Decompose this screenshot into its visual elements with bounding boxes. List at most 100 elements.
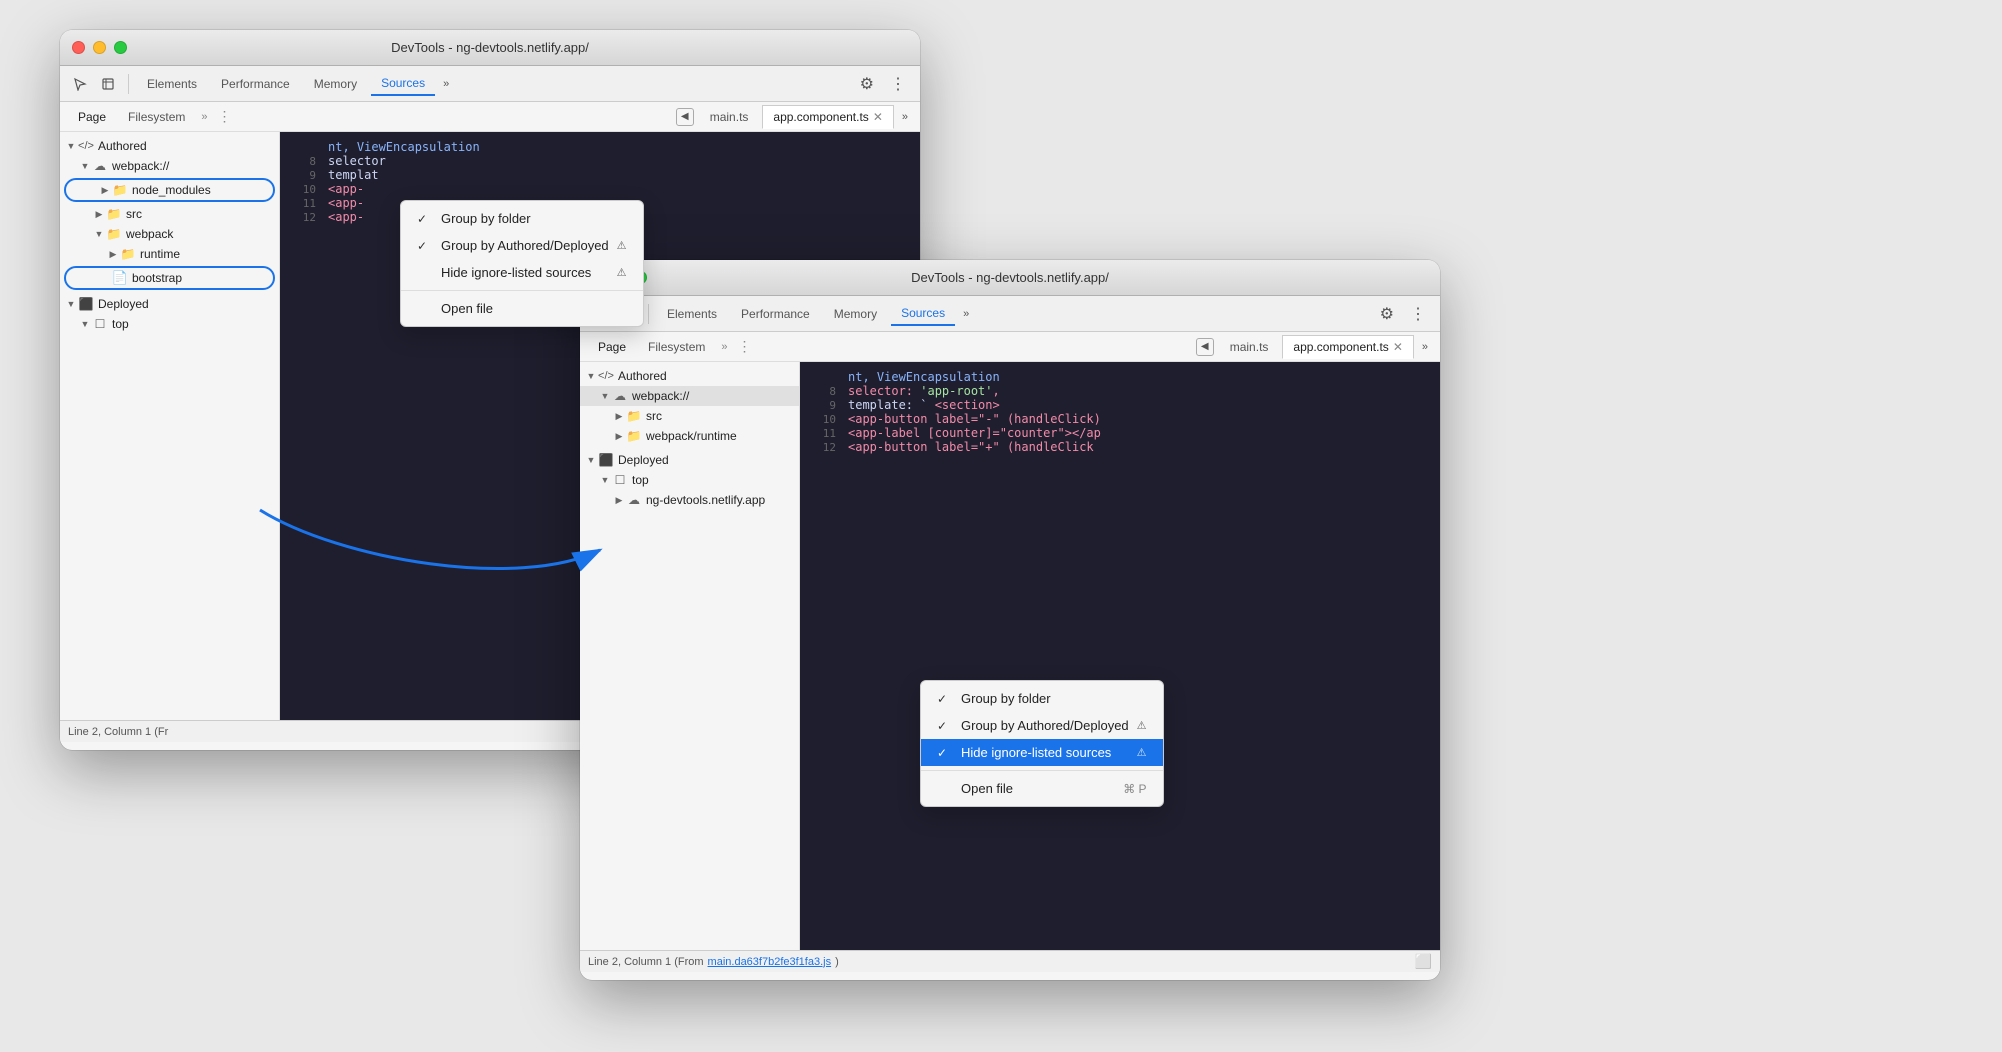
label-bootstrap-1: bootstrap	[132, 271, 182, 285]
filesystem-tab-1[interactable]: Filesystem	[118, 106, 195, 128]
toolbar-more-tabs-1[interactable]: »	[439, 74, 453, 94]
status-link-2[interactable]: main.da63f7b2fe3f1fa3.js	[708, 956, 832, 968]
menu-open-file-2[interactable]: Open file ⌘ P	[921, 775, 1163, 802]
page-tab-2[interactable]: Page	[588, 336, 636, 358]
close-button-1[interactable]	[72, 41, 85, 54]
menu-label-open-file-1: Open file	[441, 301, 627, 316]
code-line-header-2: nt, ViewEncapsulation	[800, 370, 1440, 384]
tree-ngdevtools-2[interactable]: ▶ ☁ ng-devtools.netlify.app	[580, 490, 799, 510]
folder-icon-webpack-1: 📁	[106, 226, 122, 242]
menu-group-by-authored-2[interactable]: ✓ Group by Authored/Deployed ⚠	[921, 712, 1163, 739]
square-icon-top-1: ☐	[92, 316, 108, 332]
toggle-top-2: ▼	[598, 473, 612, 487]
settings-icon-2[interactable]: ⚙	[1374, 300, 1400, 328]
editor-tab-maints-1[interactable]: main.ts	[700, 106, 759, 128]
tree-top-1[interactable]: ▼ ☐ top	[60, 314, 279, 334]
editor-tab-chevron-2[interactable]: »	[1418, 337, 1432, 357]
menu-label-group-authored-1: Group by Authored/Deployed	[441, 238, 609, 253]
context-menu-2: ✓ Group by folder ✓ Group by Authored/De…	[920, 680, 1164, 807]
menu-hide-ignore-2[interactable]: ✓ Hide ignore-listed sources ⚠	[921, 739, 1163, 766]
panel-more-btn-1[interactable]: ⋮	[214, 106, 236, 127]
more-options-icon-2[interactable]: ⋮	[1404, 300, 1432, 328]
warn-icon-3: ⚠	[1137, 719, 1147, 732]
editor-tab-chevron-1[interactable]: »	[898, 107, 912, 127]
tree-bootstrap-1[interactable]: 📄 bootstrap	[64, 266, 275, 290]
editor-tab-maints-2[interactable]: main.ts	[1220, 336, 1279, 358]
tree-top-2[interactable]: ▼ ☐ top	[580, 470, 799, 490]
editor-back-btn-2[interactable]: ◀	[1196, 338, 1214, 356]
code-icon-authored-2: </>	[598, 368, 614, 384]
editor-tab-appcomponent-1[interactable]: app.component.ts ✕	[762, 105, 893, 129]
maximize-button-1[interactable]	[114, 41, 127, 54]
cursor-icon[interactable]	[68, 72, 92, 96]
editor-tab-close-1[interactable]: ✕	[873, 110, 883, 124]
tab-elements-1[interactable]: Elements	[137, 73, 207, 95]
page-tab-1[interactable]: Page	[68, 106, 116, 128]
tab-performance-1[interactable]: Performance	[211, 73, 300, 95]
folder-icon-webpack-runtime-2: 📁	[626, 428, 642, 444]
editor-tab-appcomponent-label-2: app.component.ts	[1293, 340, 1388, 354]
filesystem-tab-2[interactable]: Filesystem	[638, 336, 715, 358]
tab-sources-2[interactable]: Sources	[891, 302, 955, 326]
tree-authored-2[interactable]: ▼ </> Authored	[580, 366, 799, 386]
menu-divider-2	[921, 770, 1163, 771]
folder-icon-runtime-1: 📁	[120, 246, 136, 262]
tab-sources-1[interactable]: Sources	[371, 72, 435, 96]
tab-performance-2[interactable]: Performance	[731, 303, 820, 325]
label-webpack-folder-1: webpack	[126, 227, 173, 241]
tree-node-modules-1[interactable]: ▶ 📁 node_modules	[64, 178, 275, 202]
status-text-end-2: )	[835, 956, 839, 968]
tab-elements-2[interactable]: Elements	[657, 303, 727, 325]
tab-memory-1[interactable]: Memory	[304, 73, 367, 95]
tree-src-1[interactable]: ▶ 📁 src	[60, 204, 279, 224]
label-ngdevtools-2: ng-devtools.netlify.app	[646, 493, 765, 507]
sub-tab-chevron-1[interactable]: »	[197, 109, 211, 125]
label-webpack-2: webpack://	[632, 389, 689, 403]
menu-open-file-1[interactable]: Open file	[401, 295, 643, 322]
menu-group-by-authored-1[interactable]: ✓ Group by Authored/Deployed ⚠	[401, 232, 643, 259]
label-deployed-2: Deployed	[618, 453, 669, 467]
toggle-src-2: ▶	[612, 409, 626, 423]
tree-deployed-2[interactable]: ▼ ⬛ Deployed	[580, 450, 799, 470]
tree-authored-1[interactable]: ▼ </> Authored	[60, 136, 279, 156]
tree-runtime-1[interactable]: ▶ 📁 runtime	[60, 244, 279, 264]
check-icon-1: ✓	[417, 212, 433, 226]
sidebar-2: ▼ </> Authored ▼ ☁ webpack:// ▶ 📁 src ▶ …	[580, 362, 800, 950]
editor-tab-close-2[interactable]: ✕	[1393, 340, 1403, 354]
editor-tab-appcomponent-2[interactable]: app.component.ts ✕	[1282, 335, 1413, 359]
menu-group-by-folder-2[interactable]: ✓ Group by folder	[921, 685, 1163, 712]
tree-src-2[interactable]: ▶ 📁 src	[580, 406, 799, 426]
code-line-10-1: 10 <app-	[280, 182, 920, 196]
code-line-header-1: nt, ViewEncapsulation	[280, 140, 920, 154]
menu-label-group-authored-2: Group by Authored/Deployed	[961, 718, 1129, 733]
check-icon-5: ✓	[937, 692, 953, 706]
status-expand-icon-2[interactable]: ⬜	[1415, 953, 1432, 970]
menu-divider-1	[401, 290, 643, 291]
menu-group-by-folder-1[interactable]: ✓ Group by folder	[401, 205, 643, 232]
folder-icon-src-1: 📁	[106, 206, 122, 222]
title-bar-1: DevTools - ng-devtools.netlify.app/	[60, 30, 920, 66]
label-src-1: src	[126, 207, 142, 221]
shortcut-open-file-2: ⌘ P	[1123, 782, 1146, 796]
check-icon-6: ✓	[937, 719, 953, 733]
sub-tab-chevron-2[interactable]: »	[717, 339, 731, 355]
toggle-deployed-2: ▼	[584, 453, 598, 467]
tab-memory-2[interactable]: Memory	[824, 303, 887, 325]
tree-webpack-folder-1[interactable]: ▼ 📁 webpack	[60, 224, 279, 244]
status-bar-2: Line 2, Column 1 (From main.da63f7b2fe3f…	[580, 950, 1440, 972]
tree-webpack-2[interactable]: ▼ ☁ webpack://	[580, 386, 799, 406]
code-editor-2: nt, ViewEncapsulation 8 selector: 'app-r…	[800, 362, 1440, 950]
minimize-button-1[interactable]	[93, 41, 106, 54]
tree-deployed-1[interactable]: ▼ ⬛ Deployed	[60, 294, 279, 314]
menu-hide-ignore-1[interactable]: Hide ignore-listed sources ⚠	[401, 259, 643, 286]
editor-back-btn-1[interactable]: ◀	[676, 108, 694, 126]
label-webpack-runtime-2: webpack/runtime	[646, 429, 737, 443]
check-icon-2: ✓	[417, 239, 433, 253]
more-options-icon-1[interactable]: ⋮	[884, 70, 912, 98]
toolbar-more-tabs-2[interactable]: »	[959, 304, 973, 324]
tree-webpack-1[interactable]: ▼ ☁ webpack://	[60, 156, 279, 176]
settings-icon-1[interactable]: ⚙	[854, 70, 880, 98]
tree-webpack-runtime-2[interactable]: ▶ 📁 webpack/runtime	[580, 426, 799, 446]
panel-more-btn-2[interactable]: ⋮	[734, 336, 756, 357]
inspect-icon[interactable]	[96, 72, 120, 96]
